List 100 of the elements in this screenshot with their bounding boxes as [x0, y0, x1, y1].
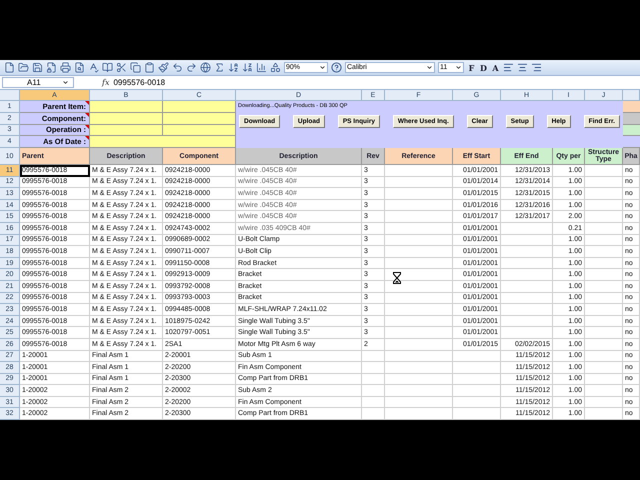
- empty-cell: [385, 338, 453, 350]
- caret-icon[interactable]: [62, 79, 69, 86]
- input-field[interactable]: [90, 112, 163, 124]
- empty-cell: [453, 350, 501, 362]
- empty-cell: [501, 269, 553, 281]
- input-field[interactable]: [163, 124, 236, 136]
- name-box[interactable]: A11: [2, 77, 74, 88]
- empty-cell: [385, 258, 453, 270]
- empty-cell: [385, 350, 453, 362]
- empty-cell: [385, 292, 453, 304]
- empty-cell: [501, 292, 553, 304]
- hourglass-icon: [393, 272, 401, 284]
- align-left-icon[interactable]: [503, 62, 514, 73]
- empty-cell: [585, 385, 623, 397]
- empty-cell: [501, 280, 553, 293]
- undo-icon[interactable]: [172, 62, 183, 73]
- empty-cell: [585, 234, 623, 246]
- empty-cell: [585, 327, 623, 339]
- empty-cell: [385, 165, 453, 177]
- empty-cell: [385, 211, 453, 223]
- align-center-icon[interactable]: [517, 62, 528, 73]
- empty-cell: [453, 374, 501, 386]
- empty-cell: [585, 304, 623, 316]
- empty-cell: [585, 350, 623, 362]
- empty-cell: [385, 327, 453, 339]
- empty-cell: [385, 188, 453, 200]
- style-button[interactable]: D: [479, 62, 488, 72]
- empty-cell: [585, 211, 623, 223]
- empty-cell: [501, 304, 553, 316]
- empty-cell: [385, 304, 453, 316]
- globe-icon[interactable]: [200, 62, 211, 73]
- input-field[interactable]: [90, 101, 163, 113]
- input-field[interactable]: [163, 101, 236, 113]
- paste-icon[interactable]: [144, 62, 155, 73]
- empty-cell: [362, 385, 385, 397]
- redo-icon[interactable]: [186, 62, 197, 73]
- sort-descending-icon[interactable]: [242, 62, 253, 73]
- lock-file-icon[interactable]: [46, 62, 57, 73]
- empty-cell: [385, 362, 453, 374]
- empty-cell: [362, 374, 385, 386]
- empty-cell: [453, 385, 501, 397]
- chart-icon[interactable]: [256, 62, 267, 73]
- cut-icon[interactable]: [116, 62, 127, 73]
- empty-cell: [585, 269, 623, 281]
- print-icon[interactable]: [60, 62, 71, 73]
- empty-cell: [453, 396, 501, 408]
- empty-cell: [362, 408, 385, 420]
- formula-value: 0995576-0018: [113, 78, 166, 87]
- empty-cell: [453, 408, 501, 420]
- function-label[interactable]: fx: [102, 78, 110, 87]
- caret-icon[interactable]: [319, 64, 326, 71]
- empty-cell: [585, 246, 623, 258]
- sort-ascending-icon[interactable]: [228, 62, 239, 73]
- spellcheck-icon[interactable]: [88, 62, 99, 73]
- input-field[interactable]: [163, 112, 236, 124]
- help-icon[interactable]: [331, 62, 342, 73]
- empty-cell: [501, 222, 553, 235]
- empty-cell: [585, 176, 623, 188]
- empty-cell: [585, 200, 623, 212]
- empty-cell: [501, 258, 553, 270]
- empty-cell: [501, 327, 553, 339]
- preview-icon[interactable]: [74, 62, 85, 73]
- empty-cell: [585, 292, 623, 304]
- open-folder-icon[interactable]: [18, 62, 29, 73]
- empty-cell: [585, 258, 623, 270]
- copy-icon[interactable]: [130, 62, 141, 73]
- sigma-icon[interactable]: [214, 62, 225, 73]
- empty-cell: [385, 246, 453, 258]
- empty-cell: [585, 165, 623, 177]
- empty-cell: [585, 222, 623, 235]
- style-button[interactable]: F: [467, 62, 476, 72]
- empty-cell: [385, 222, 453, 235]
- input-field[interactable]: [90, 124, 163, 136]
- input-field[interactable]: [90, 136, 236, 148]
- empty-cell: [362, 362, 385, 374]
- empty-cell: [585, 316, 623, 328]
- style-button[interactable]: A: [491, 62, 500, 72]
- empty-cell: [585, 338, 623, 350]
- empty-cell: [585, 280, 623, 293]
- align-right-icon[interactable]: [531, 62, 542, 73]
- empty-cell: [362, 396, 385, 408]
- shapes-icon[interactable]: [270, 62, 281, 73]
- book-icon[interactable]: [102, 62, 113, 73]
- empty-cell: [385, 234, 453, 246]
- save-icon[interactable]: [32, 62, 43, 73]
- empty-cell: [585, 362, 623, 374]
- empty-cell: [385, 374, 453, 386]
- empty-cell: [585, 396, 623, 408]
- empty-cell: [585, 188, 623, 200]
- brush-icon[interactable]: [158, 62, 169, 73]
- empty-cell: [501, 234, 553, 246]
- caret-icon[interactable]: [455, 64, 462, 71]
- empty-cell: [385, 176, 453, 188]
- new-file-icon[interactable]: [4, 62, 15, 73]
- caret-icon[interactable]: [426, 64, 433, 71]
- empty-cell: [585, 374, 623, 386]
- empty-cell: [362, 350, 385, 362]
- empty-cell: [385, 408, 453, 420]
- empty-cell: [385, 316, 453, 328]
- empty-cell: [385, 396, 453, 408]
